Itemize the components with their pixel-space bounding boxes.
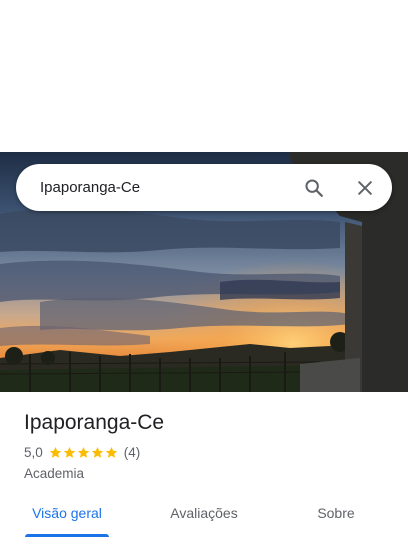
- tab-reviews[interactable]: Avaliações: [161, 498, 247, 544]
- search-icon[interactable]: [298, 172, 330, 204]
- rating-stars: [49, 446, 119, 459]
- rating-value: 5,0: [24, 445, 43, 460]
- star-icon: [77, 446, 89, 458]
- search-box[interactable]: Ipaporanga-Ce: [16, 164, 392, 211]
- tab-overview[interactable]: Visão geral: [25, 498, 109, 544]
- star-icon: [105, 446, 117, 458]
- active-tab-indicator: [25, 534, 109, 537]
- place-tabs: Visão geral Avaliações Sobre: [0, 498, 408, 544]
- place-category[interactable]: Academia: [24, 466, 84, 481]
- map-area-blank: [0, 0, 408, 152]
- review-count[interactable]: (4): [124, 445, 141, 460]
- star-icon: [63, 446, 75, 458]
- place-title: Ipaporanga-Ce: [24, 411, 165, 434]
- search-input[interactable]: Ipaporanga-Ce: [40, 164, 140, 211]
- tab-about[interactable]: Sobre: [307, 498, 365, 544]
- star-icon: [49, 446, 61, 458]
- rating-row[interactable]: 5,0 (4): [24, 445, 140, 460]
- star-icon: [91, 446, 103, 458]
- close-icon[interactable]: [349, 172, 381, 204]
- place-info-panel: Ipaporanga-Ce 5,0 (4) Academia Visão ger…: [0, 392, 408, 544]
